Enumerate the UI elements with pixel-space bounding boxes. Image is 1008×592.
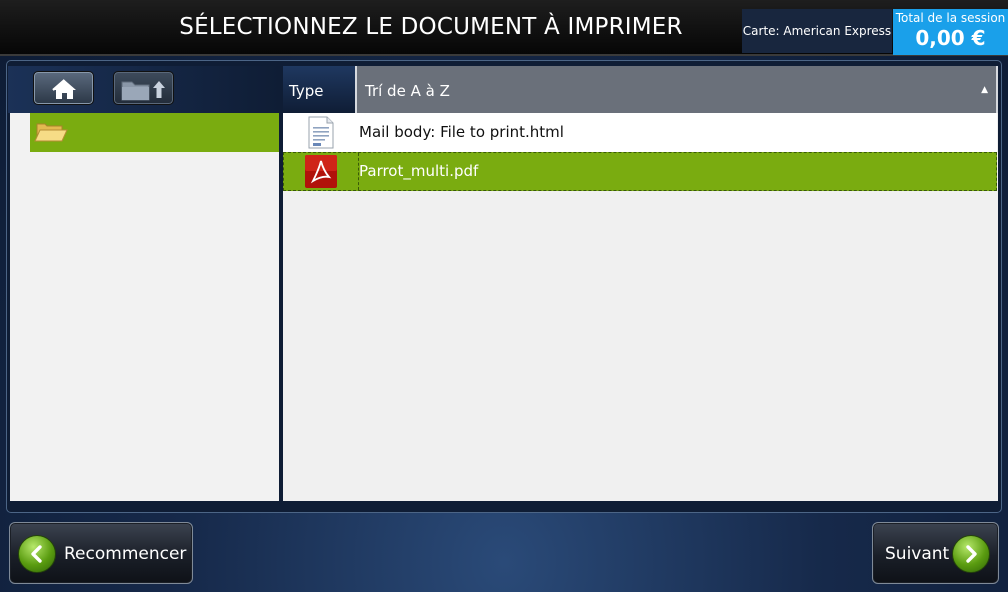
header-bar: SÉLECTIONNEZ LE DOCUMENT À IMPRIMER Cart… bbox=[0, 0, 1008, 56]
card-info: Carte: American Express bbox=[742, 9, 892, 53]
folder-up-button[interactable] bbox=[113, 71, 174, 105]
sort-label: Trí de A à Z bbox=[365, 82, 450, 100]
tree-item-selected-folder[interactable] bbox=[30, 113, 279, 152]
column-header-sort[interactable]: Trí de A à Z ▲ bbox=[357, 66, 998, 113]
folder-up-icon bbox=[121, 81, 165, 101]
file-list: Type Trí de A à Z ▲ Mail body: File to p… bbox=[283, 66, 998, 501]
folder-toolbar bbox=[8, 66, 279, 113]
page-title: SÉLECTIONNEZ LE DOCUMENT À IMPRIMER bbox=[179, 14, 683, 40]
column-header-type[interactable]: Type bbox=[283, 66, 357, 113]
session-total-value: 0,00 € bbox=[915, 26, 986, 50]
file-row[interactable]: Mail body: File to print.html bbox=[283, 113, 997, 152]
sort-ascending-icon: ▲ bbox=[981, 85, 988, 95]
session-total-label: Total de la session bbox=[895, 11, 1006, 25]
file-type-cell bbox=[283, 113, 357, 152]
home-icon bbox=[52, 79, 76, 99]
file-name: Parrot_multi.pdf bbox=[359, 162, 479, 180]
home-button[interactable] bbox=[33, 71, 94, 105]
open-folder-icon bbox=[34, 123, 68, 142]
back-arrow-icon bbox=[18, 535, 56, 573]
restart-label: Recommencer bbox=[64, 544, 187, 564]
file-row-selected[interactable]: Parrot_multi.pdf bbox=[283, 152, 997, 191]
next-label: Suivant bbox=[885, 544, 950, 564]
pdf-icon bbox=[305, 155, 337, 188]
html-document-icon bbox=[308, 116, 334, 149]
forward-arrow-icon bbox=[952, 535, 990, 573]
restart-button[interactable]: Recommencer bbox=[9, 522, 193, 584]
next-button[interactable]: Suivant bbox=[872, 522, 999, 584]
file-type-cell bbox=[284, 153, 358, 192]
folder-tree bbox=[10, 113, 279, 501]
session-total: Total de la session 0,00 € bbox=[893, 9, 1008, 55]
file-name: Mail body: File to print.html bbox=[359, 123, 564, 141]
